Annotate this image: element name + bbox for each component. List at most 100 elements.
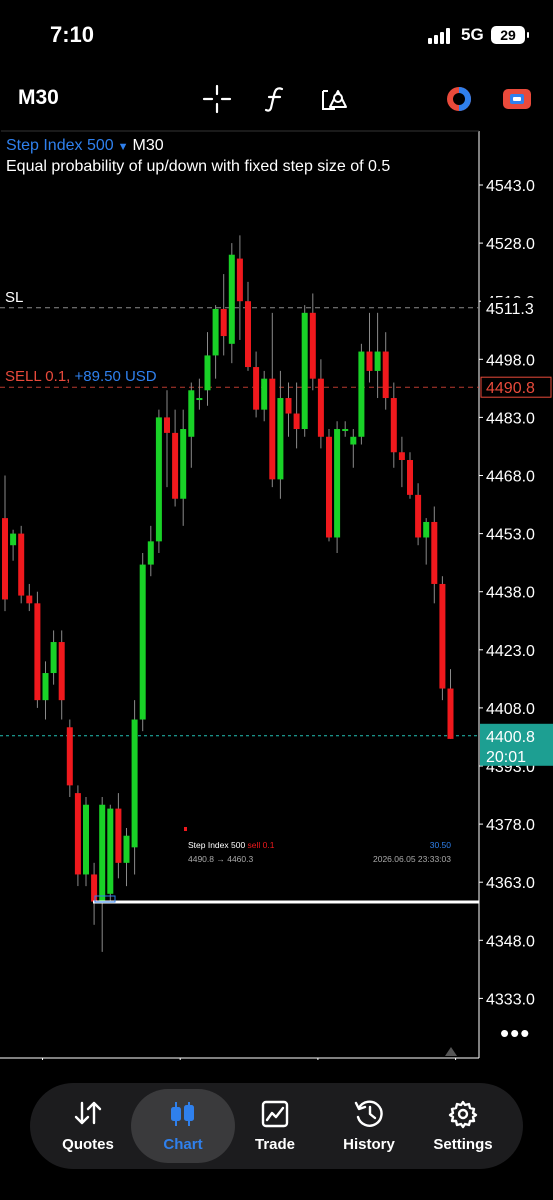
price-axis-label: 4543.0 [486, 178, 535, 195]
scroll-end-triangle [445, 1047, 457, 1056]
symbol-description: Equal probability of up/down with fixed … [6, 158, 391, 175]
candle-body [172, 432, 179, 499]
price-axis-label: 4408.0 [486, 701, 535, 718]
price-axis-label: 4483.0 [486, 410, 535, 427]
candle-body [220, 308, 227, 337]
settings-gear-icon [448, 1100, 478, 1129]
candle-body [155, 417, 162, 542]
history-clock-icon [354, 1100, 383, 1127]
account-indicator-icon[interactable] [442, 82, 476, 116]
candle-body [180, 429, 187, 499]
candle-body [50, 642, 57, 674]
candle-body [447, 688, 454, 739]
candle-body [382, 351, 389, 399]
tab-chart[interactable]: Chart [131, 1089, 235, 1163]
candle-body [358, 351, 365, 437]
candle-body [253, 367, 260, 410]
price-axis-label: 4438.0 [486, 585, 535, 602]
candle-body [10, 533, 17, 546]
crosshair-icon[interactable] [200, 82, 234, 116]
price-chart[interactable]: 4543.04528.04513.04498.04483.04468.04453… [0, 130, 553, 1060]
timeframe-button[interactable]: M30 [18, 86, 59, 110]
candle-body [212, 308, 219, 356]
candle-body [34, 603, 41, 701]
tab-settings[interactable]: Settings [415, 1089, 511, 1163]
price-axis-label: 4528.0 [486, 236, 535, 253]
price-axis-label: 4498.0 [486, 352, 535, 369]
price-axis-label: 4453.0 [486, 527, 535, 544]
trade-popup-symbol: Step Index 500 sell 0.1 [188, 840, 275, 850]
candle-body [326, 436, 332, 538]
trade-toggle-icon[interactable] [500, 82, 534, 116]
candle-body [334, 429, 341, 538]
symbol-name[interactable]: Step Index 500 [6, 137, 114, 154]
candle-body [301, 312, 308, 430]
candle-body [261, 378, 268, 410]
symbol-header[interactable]: Step Index 500 ▼ M30 [6, 137, 164, 155]
price-axis-label: 4378.0 [486, 817, 535, 834]
status-time: 7:10 [50, 22, 95, 47]
candle-body [293, 413, 300, 430]
candle-body [147, 541, 154, 565]
dropdown-arrow-icon[interactable]: ▼ [118, 141, 129, 153]
price-axis-label: 4363.0 [486, 875, 535, 892]
price-axis-label: 4333.0 [486, 991, 535, 1008]
status-bar: 7:10 5G 29 [0, 0, 553, 70]
chart-toolbar: M30 [0, 72, 553, 124]
candle-body [66, 727, 73, 786]
candle-body [42, 673, 49, 701]
function-icon[interactable] [259, 82, 293, 116]
candle-body [269, 378, 276, 480]
candle-body [2, 518, 8, 600]
tab-label-settings: Settings [433, 1136, 493, 1153]
tab-label-trade: Trade [254, 1136, 296, 1153]
candle-body [317, 378, 324, 437]
price-axis-label: 4423.0 [486, 643, 535, 660]
tab-trade[interactable]: Trade [227, 1089, 323, 1163]
price-axis-label: 4348.0 [486, 933, 535, 950]
symbol-timeframe: M30 [132, 137, 164, 154]
candle-body [123, 835, 130, 863]
candle-body [139, 564, 146, 720]
price-axis-label: 4468.0 [486, 469, 535, 486]
candle-body [390, 398, 397, 453]
tab-label-quotes: Quotes [62, 1136, 114, 1153]
candle-body [342, 429, 349, 432]
candle-body [188, 390, 195, 437]
candle-body [58, 642, 65, 701]
candle-body [431, 521, 438, 584]
tab-history[interactable]: History [321, 1089, 417, 1163]
candle-body [309, 312, 316, 379]
candle-body [204, 355, 211, 391]
sell-price-label: 4490.8 [486, 380, 535, 397]
quotes-arrows-icon [74, 1101, 102, 1125]
more-options-icon[interactable]: ••• [500, 1020, 530, 1046]
trade-popup-datetime: 2026.06.05 23:33:03 [373, 854, 451, 864]
candle-body [374, 351, 381, 371]
candle-body [245, 301, 251, 368]
trade-chart-icon [261, 1100, 289, 1128]
battery-icon: 29 [491, 26, 529, 44]
bid-price-label: 4400.8 [486, 729, 535, 746]
candle-body [407, 460, 413, 495]
candle-body [415, 494, 422, 538]
candle-body [74, 793, 81, 875]
bottom-tab-bar: Quotes Chart Trade History Settings [30, 1083, 523, 1169]
stop-loss-price: 4511.3 [486, 301, 534, 318]
objects-icon[interactable] [318, 82, 352, 116]
network-type: 5G [461, 25, 484, 44]
trade-popup-profit: 30.50 [430, 840, 452, 850]
candle-body [398, 452, 405, 461]
candle-body [131, 719, 138, 848]
trade-popup-marker [184, 827, 187, 831]
candle-body [91, 874, 98, 902]
candle-body [228, 254, 235, 344]
trade-popup-prices: 4490.8 → 4460.3 [188, 854, 253, 864]
candle-body [99, 804, 106, 902]
signal-strength-icon [428, 28, 454, 44]
candle-body [115, 808, 122, 863]
tab-label-history: History [343, 1136, 395, 1153]
tab-quotes[interactable]: Quotes [40, 1089, 136, 1163]
candle-body [350, 436, 357, 445]
candle-body [236, 258, 243, 302]
